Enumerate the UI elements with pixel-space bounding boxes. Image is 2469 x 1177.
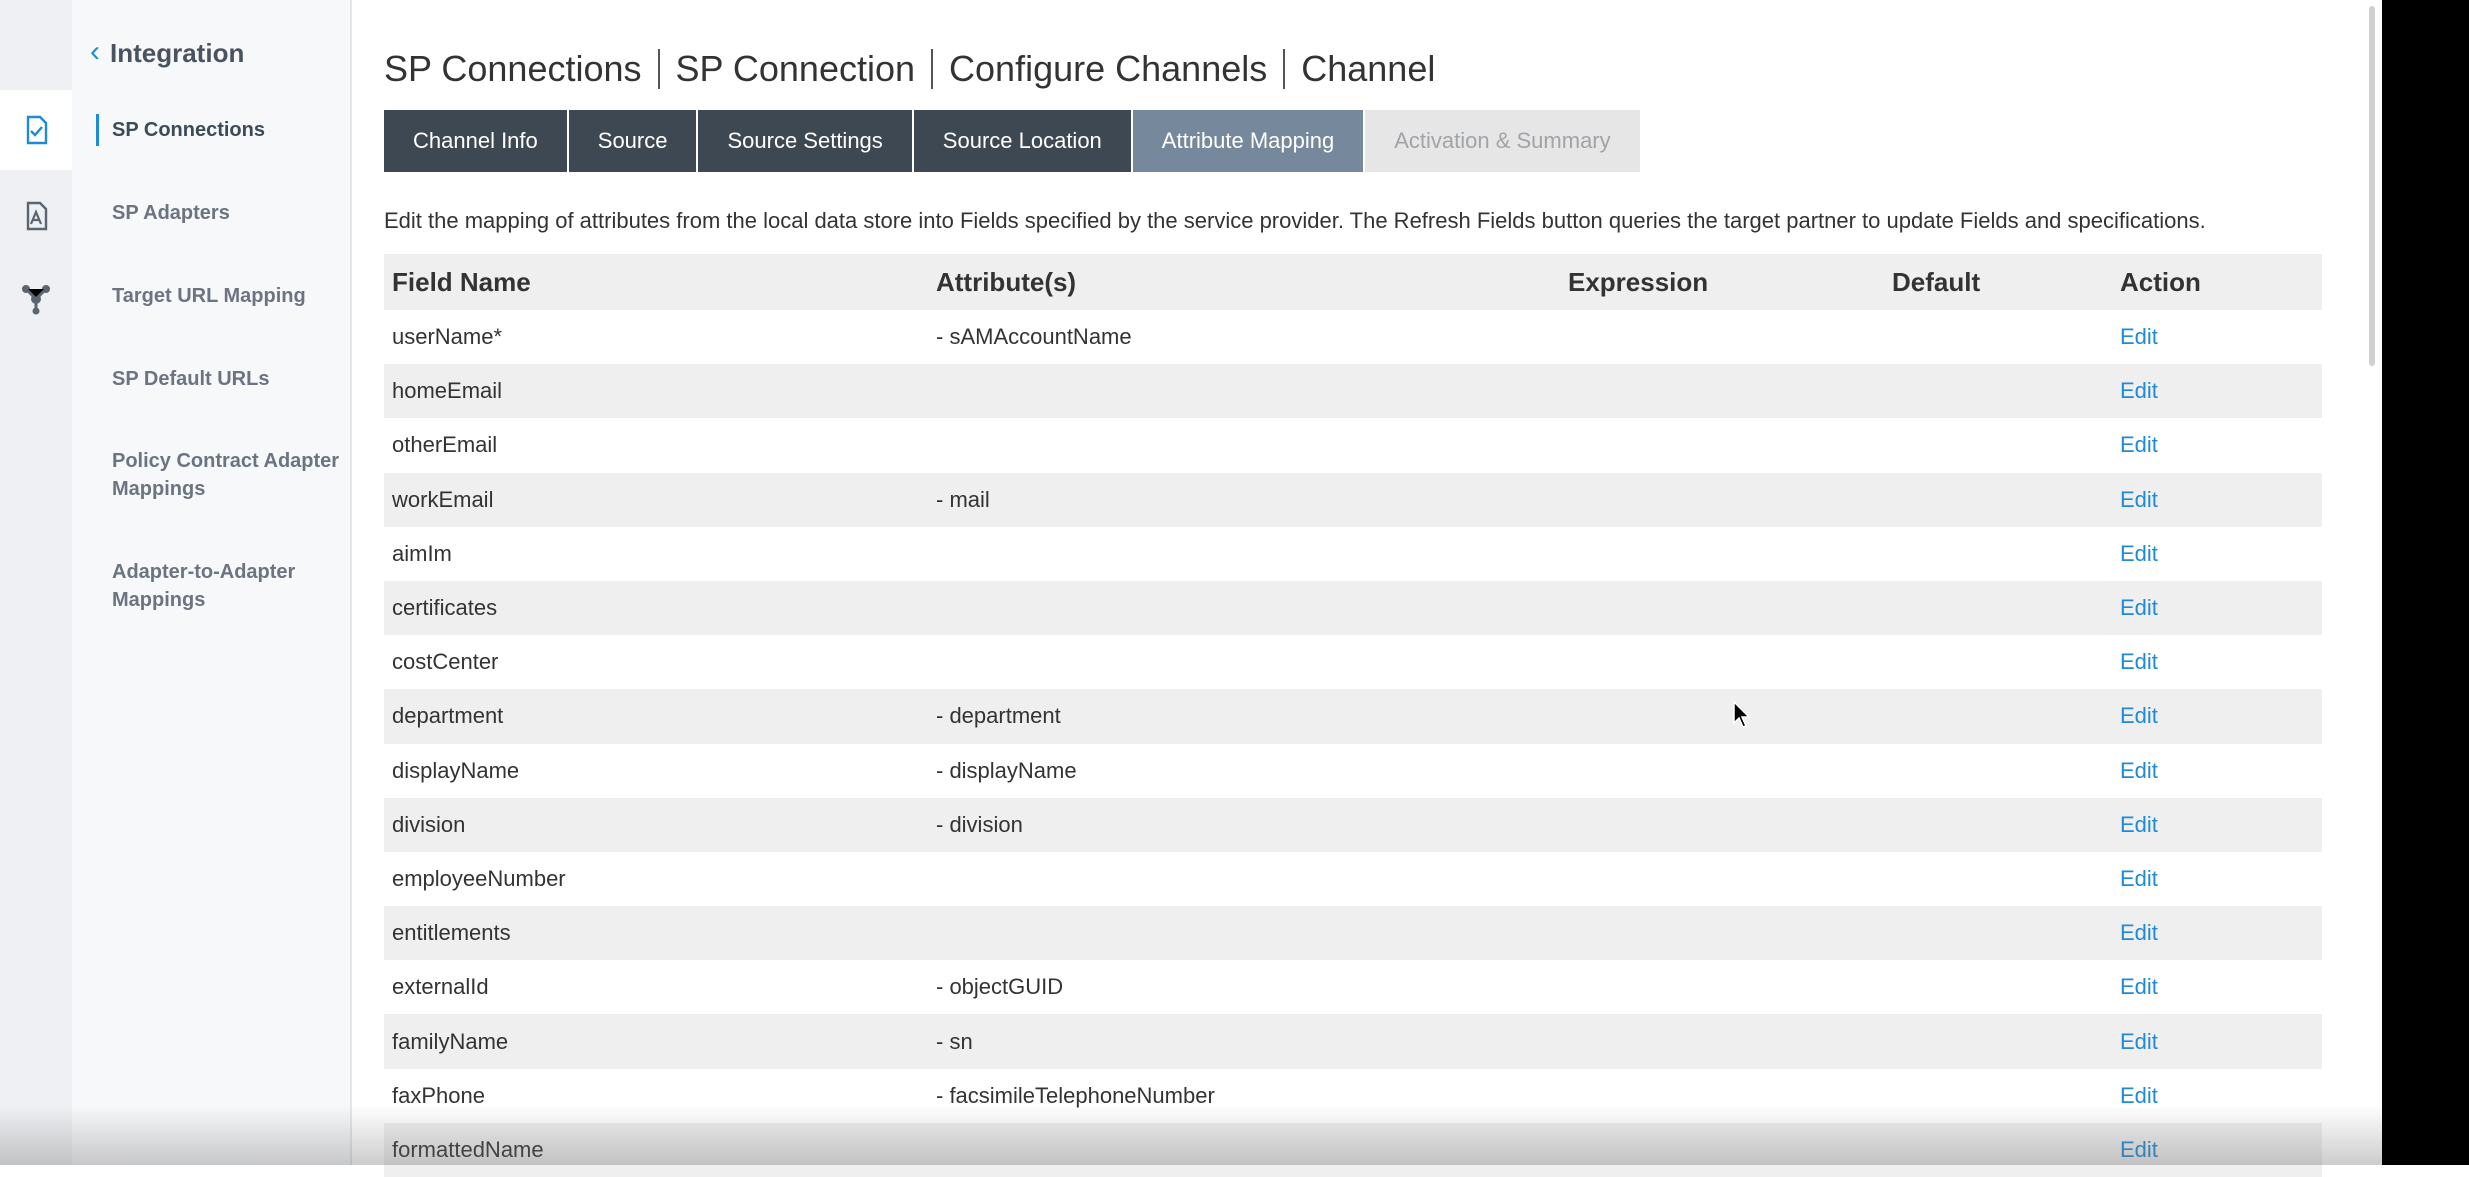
table-header-row: Field Name Attribute(s) Expression Defau… [384,254,2322,310]
attributes-cell: - objectGUID [936,974,1064,1000]
tab-activation-summary: Activation & Summary [1365,110,1640,172]
sidebar-item-policy-contract-adapter-mappings[interactable]: Policy Contract Adapter Mappings [112,447,342,503]
edit-link[interactable]: Edit [2120,1069,2158,1123]
edit-link[interactable]: Edit [2120,1014,2158,1068]
table-body: userName* - sAMAccountName Edit homeEmail Ed… [384,310,2322,1177]
field-name-cell: division [392,811,466,837]
icon-rail [0,0,72,1165]
wizard-tabs: Channel Info Source Source Settings Sour… [384,110,1640,172]
document-check-icon[interactable] [0,90,72,170]
field-name-cell: homeEmail [392,378,503,404]
field-name-cell: externalId [392,974,489,1000]
table-row: externalId - objectGUID Edit [384,960,2322,1014]
table-row: department - department Edit [384,689,2322,744]
sidebar-item-sp-connections[interactable]: SP Connections [112,116,342,144]
table-row: aimIm Edit [384,527,2322,581]
field-name-cell: familyName [392,1028,509,1054]
field-name-cell: employeeNumber [392,865,566,891]
edit-link[interactable]: Edit [2120,960,2158,1014]
sidebar-item-sp-default-urls[interactable]: SP Default URLs [112,365,342,393]
attributes-cell: - department [936,703,1061,729]
edit-link[interactable]: Edit [2120,527,2158,581]
table-row: certificates Edit [384,580,2322,636]
scrollbar-thumb[interactable] [2369,6,2375,366]
breadcrumb-item[interactable]: SP Connection [676,48,916,90]
edit-link[interactable]: Edit [2120,1123,2158,1177]
edit-link[interactable]: Edit [2120,364,2158,418]
attributes-cell: - sAMAccountName [936,324,1132,350]
field-name-cell: certificates [392,595,498,621]
active-indicator [96,114,99,146]
field-name-cell: displayName [392,757,520,783]
tab-attribute-mapping[interactable]: Attribute Mapping [1132,110,1364,172]
breadcrumb-separator [1283,49,1286,89]
attributes-cell: - division [936,811,1023,837]
attributes-cell: - mail [936,486,990,512]
column-header-action: Action [2120,266,2201,297]
table-row: employeeNumber Edit [384,852,2322,906]
field-name-cell: entitlements [392,920,511,946]
sidebar-item-adapter-to-adapter-mappings[interactable]: Adapter-to-Adapter Mappings [112,558,342,614]
page-description: Edit the mapping of attributes from the … [384,208,2206,233]
edit-link[interactable]: Edit [2120,798,2158,852]
tab-source-location[interactable]: Source Location [913,110,1131,172]
document-a-icon[interactable] [0,176,72,256]
field-name-cell: faxPhone [392,1082,485,1108]
edit-link[interactable]: Edit [2120,581,2158,635]
breadcrumb-item[interactable]: SP Connections [384,48,642,90]
breadcrumb-current: Channel [1301,48,1436,89]
table-row: familyName - sn Edit [384,1014,2322,1069]
table-row: displayName - displayName Edit [384,744,2322,798]
table-row: costCenter Edit [384,635,2322,689]
scrollbar[interactable] [2367,0,2377,370]
network-hub-icon[interactable] [0,258,72,338]
table-row: workEmail - mail Edit [384,472,2322,527]
table-row: userName* - sAMAccountName Edit [384,310,2322,364]
table-row: otherEmail Edit [384,418,2322,472]
chevron-left-icon: ‹ [90,34,100,68]
sidebar-title: Integration [110,38,245,68]
edit-link[interactable]: Edit [2120,689,2158,743]
mouse-cursor-icon [1733,701,1751,728]
table-row: division - division Edit [384,797,2322,852]
edit-link[interactable]: Edit [2120,418,2158,472]
field-name-cell: workEmail [392,486,494,512]
column-header-attributes: Attribute(s) [936,266,1077,297]
breadcrumb-item[interactable]: Configure Channels [949,48,1267,90]
edit-link[interactable]: Edit [2120,852,2158,906]
table-row: formattedName Edit [384,1122,2322,1177]
breadcrumb-separator [657,49,660,89]
screen-edge [2382,0,2469,1165]
column-header-field-name: Field Name [392,266,531,297]
field-name-cell: department [392,703,504,729]
attributes-cell: - displayName [936,757,1077,783]
sidebar-back-link[interactable]: ‹ Integration [90,34,245,69]
field-name-cell: otherEmail [392,432,498,458]
sidebar-item-sp-adapters[interactable]: SP Adapters [112,199,342,227]
column-header-expression: Expression [1568,266,1709,297]
table-row: faxPhone - facsimileTelephoneNumber Edit [384,1069,2322,1123]
table-row: homeEmail Edit [384,364,2322,419]
attribute-mapping-table: Field Name Attribute(s) Expression Defau… [384,254,2322,1177]
edit-link[interactable]: Edit [2120,906,2158,960]
field-name-cell: aimIm [392,540,452,566]
sidebar-item-target-url-mapping[interactable]: Target URL Mapping [112,282,342,310]
sidebar: ‹ Integration SP Connections SP Adapters… [72,0,352,1165]
breadcrumb: SP Connections SP Connection Configure C… [384,48,1435,90]
edit-link[interactable]: Edit [2120,310,2158,364]
column-header-default: Default [1892,266,1981,297]
edit-link[interactable]: Edit [2120,473,2158,527]
table-row: entitlements Edit [384,906,2322,961]
tab-channel-info[interactable]: Channel Info [384,110,567,172]
tab-source[interactable]: Source [568,110,697,172]
breadcrumb-separator [931,49,934,89]
field-name-cell: costCenter [392,649,499,675]
field-name-cell: userName* [392,324,503,350]
edit-link[interactable]: Edit [2120,635,2158,689]
attributes-cell: - facsimileTelephoneNumber [936,1082,1215,1108]
tab-source-settings[interactable]: Source Settings [698,110,912,172]
attributes-cell: - sn [936,1028,973,1054]
field-name-cell: formattedName [392,1136,544,1162]
edit-link[interactable]: Edit [2120,744,2158,798]
